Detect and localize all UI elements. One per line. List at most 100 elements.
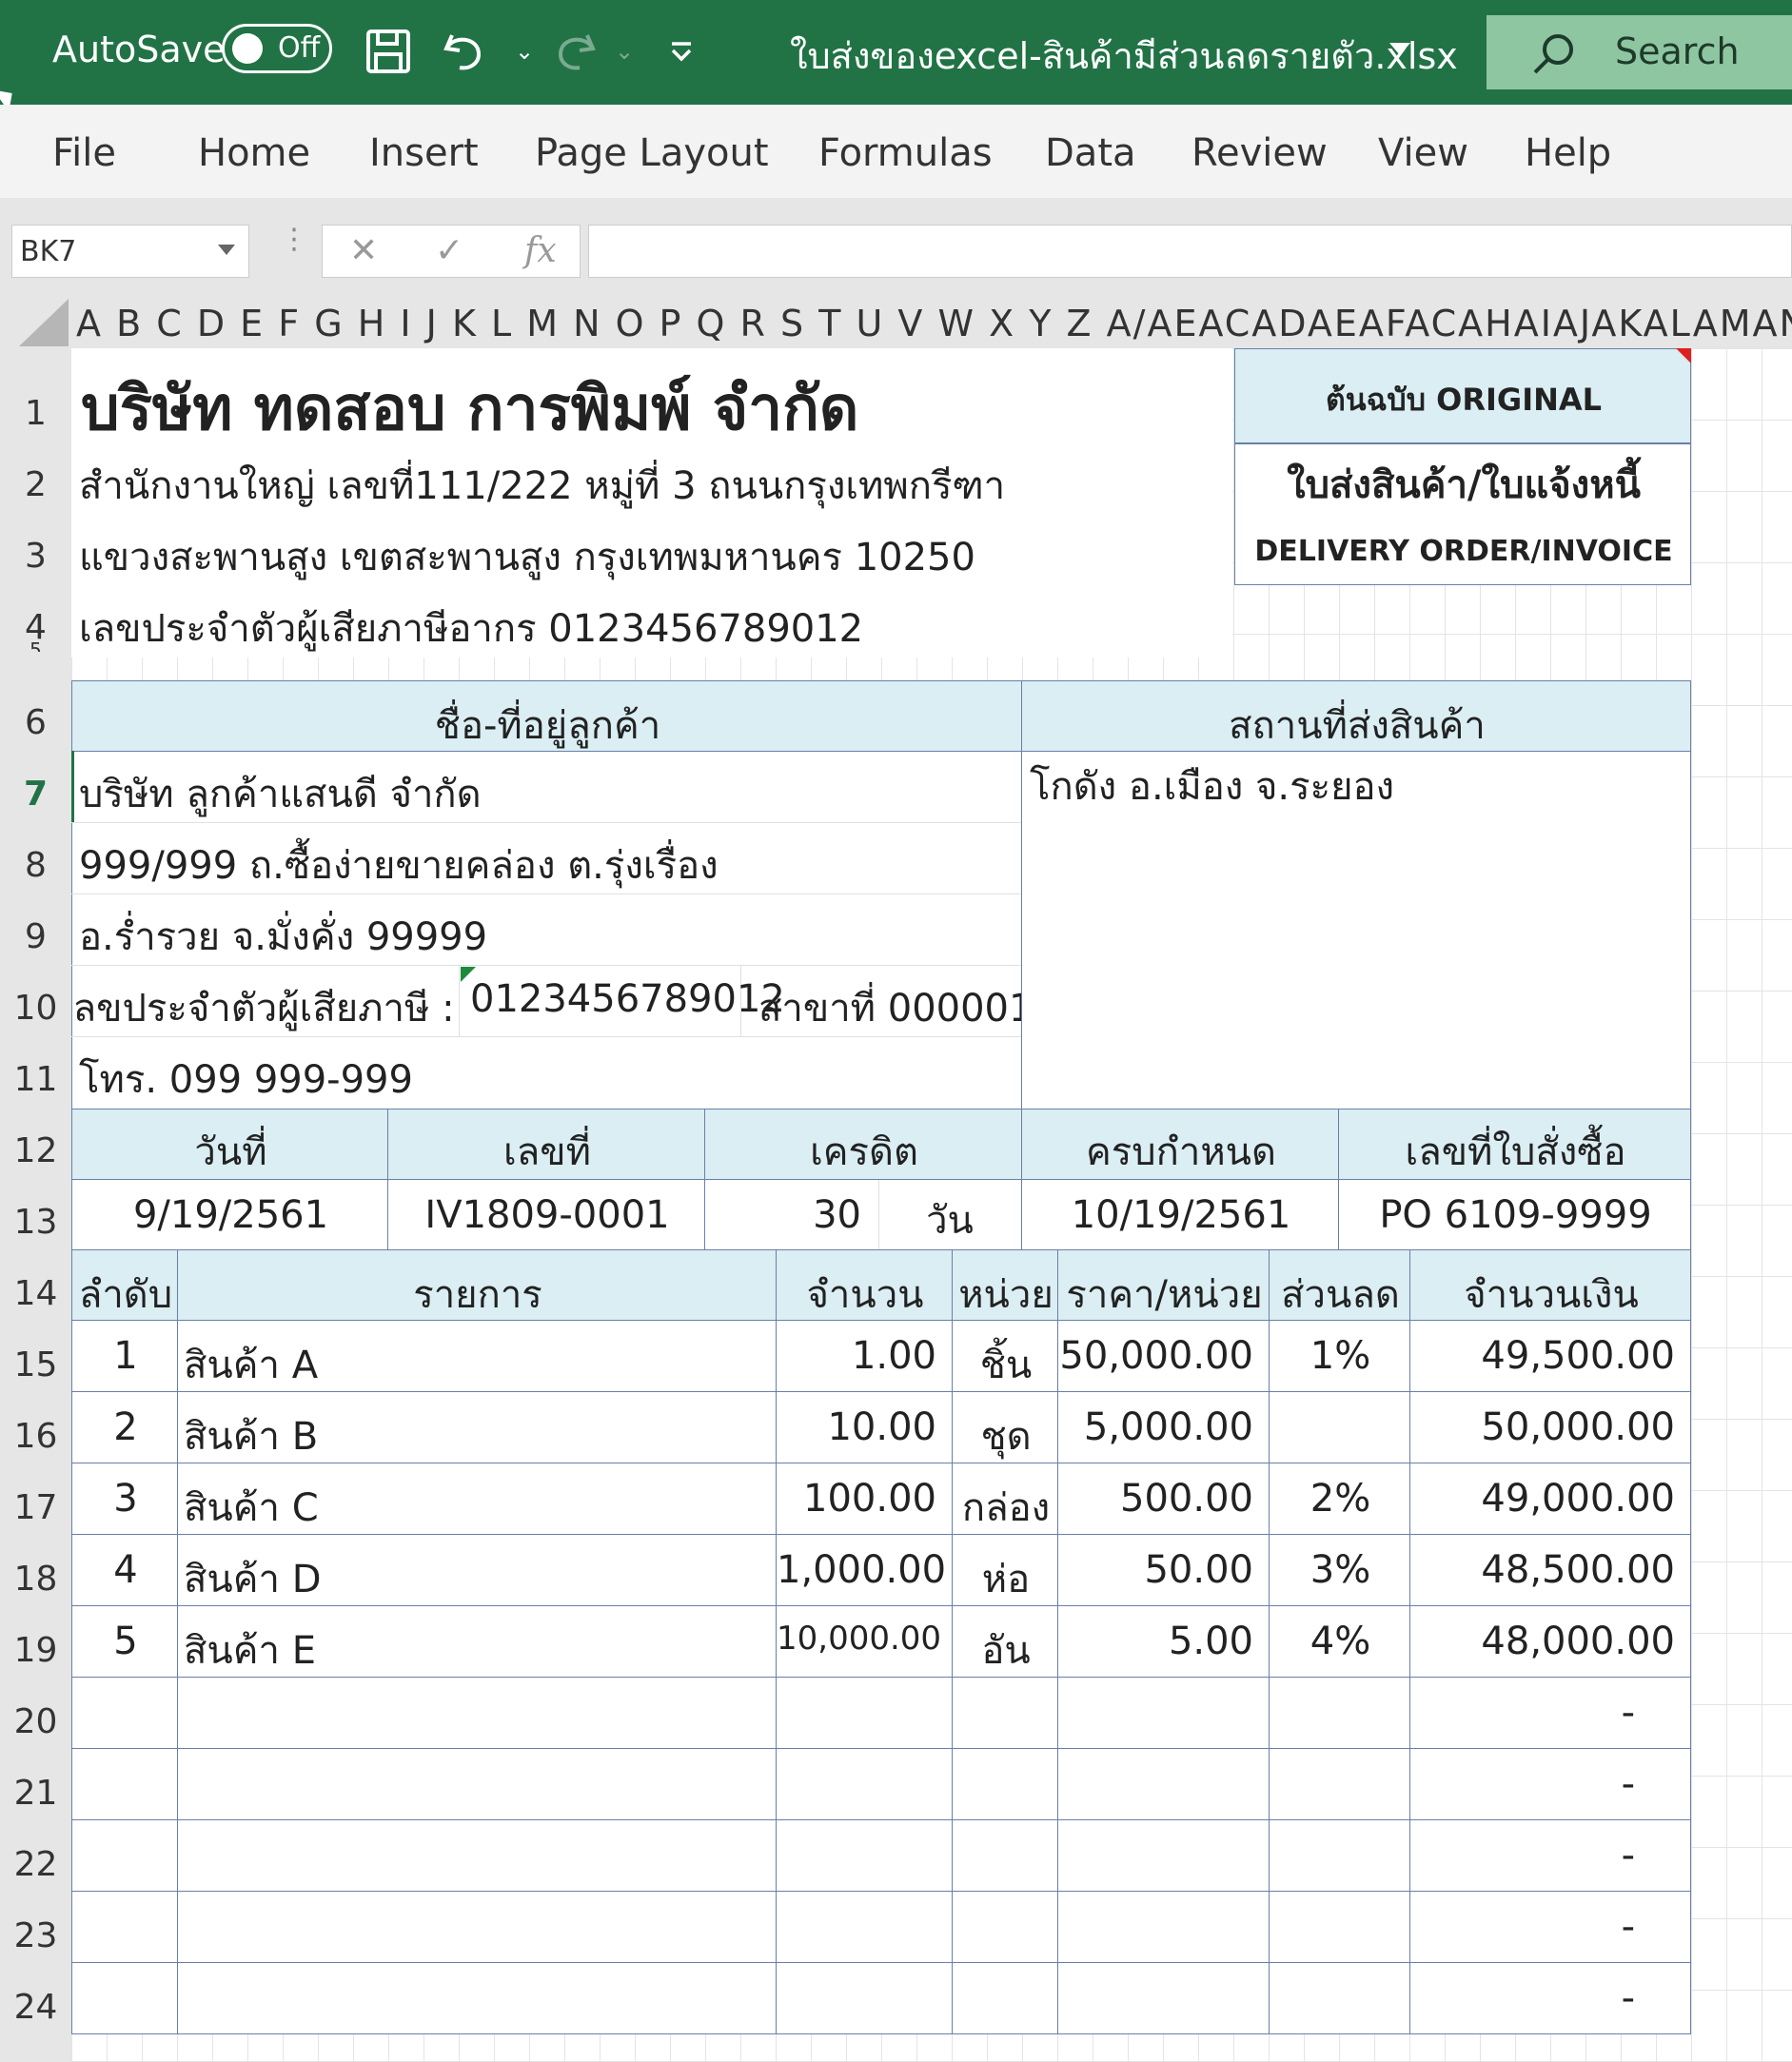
row-header[interactable]: 17 — [0, 1488, 71, 1527]
item-amount-header-cell[interactable]: จำนวนเงิน — [1409, 1249, 1691, 1321]
customer-header-cell[interactable]: ชื่อ-ที่อยู่ลูกค้า — [71, 680, 1022, 752]
item-discount-cell[interactable] — [1269, 1748, 1410, 1820]
company-address-line1[interactable]: สำนักงานใหญ่ เลขที่111/222 หมู่ที่ 3 ถนน… — [79, 455, 1005, 516]
item-price-cell[interactable] — [1057, 1891, 1270, 1963]
item-unit-cell[interactable]: กล่อง — [952, 1463, 1058, 1535]
item-price-header-cell[interactable]: ราคา/หน่วย — [1057, 1249, 1270, 1321]
item-unit-cell[interactable]: ชิ้น — [952, 1320, 1058, 1392]
company-name[interactable]: บริษัท ทดสอบ การพิมพ์ จำกัด — [81, 360, 858, 457]
row-header[interactable]: 24 — [0, 1988, 71, 2027]
tab-insert[interactable]: Insert — [369, 131, 479, 175]
name-box[interactable]: BK7 — [11, 225, 249, 278]
item-discount-cell[interactable]: 4% — [1269, 1605, 1410, 1678]
row-header[interactable]: 9 — [0, 917, 71, 956]
item-amount-cell[interactable]: 49,000.00 — [1409, 1463, 1691, 1535]
item-unit-cell[interactable] — [952, 1819, 1058, 1892]
item-discount-cell[interactable]: 3% — [1269, 1534, 1410, 1606]
item-qty-header-cell[interactable]: จำนวน — [776, 1249, 953, 1321]
item-amount-cell[interactable]: 48,500.00 — [1409, 1534, 1691, 1606]
item-no-cell[interactable] — [71, 1962, 178, 2034]
item-unit-cell[interactable] — [952, 1677, 1058, 1749]
number-value-cell[interactable]: IV1809-0001 — [387, 1179, 705, 1250]
tab-help[interactable]: Help — [1525, 131, 1611, 175]
item-amount-cell[interactable]: - — [1409, 1962, 1691, 2034]
item-desc-cell[interactable]: สินค้า C — [177, 1463, 777, 1535]
due-value-cell[interactable]: 10/19/2561 — [1021, 1179, 1339, 1250]
row-header[interactable]: 19 — [0, 1631, 71, 1670]
column-letters[interactable]: A B C D E F G H I J K L M N O P Q R S T … — [76, 303, 1792, 344]
customer-address2[interactable]: อ.ร่ำรวย จ.มั่งคั่ง 99999 — [79, 906, 487, 967]
customer-branch[interactable]: สาขาที่ 000001 — [758, 977, 1033, 1038]
item-amount-cell[interactable]: 49,500.00 — [1409, 1320, 1691, 1392]
item-no-cell[interactable]: 2 — [71, 1391, 178, 1463]
item-amount-cell[interactable]: 50,000.00 — [1409, 1391, 1691, 1463]
item-unit-cell[interactable]: อัน — [952, 1605, 1058, 1678]
item-qty-cell[interactable] — [776, 1891, 953, 1963]
item-discount-cell[interactable] — [1269, 1391, 1410, 1463]
item-amount-cell[interactable]: - — [1409, 1819, 1691, 1892]
item-no-cell[interactable]: 4 — [71, 1534, 178, 1606]
redo-icon[interactable] — [550, 27, 600, 76]
cancel-icon[interactable]: ✕ — [349, 231, 378, 270]
item-discount-cell[interactable] — [1269, 1677, 1410, 1749]
item-qty-cell[interactable] — [776, 1748, 953, 1820]
item-desc-cell[interactable] — [177, 1677, 777, 1749]
customize-icon[interactable] — [657, 27, 706, 76]
item-price-cell[interactable]: 5.00 — [1057, 1605, 1270, 1678]
item-desc-cell[interactable] — [177, 1962, 777, 2034]
row-header[interactable]: 1 — [0, 394, 71, 433]
item-price-cell[interactable]: 50,000.00 — [1057, 1320, 1270, 1392]
item-amount-cell[interactable]: - — [1409, 1677, 1691, 1749]
credit-header-cell[interactable]: เครดิต — [704, 1109, 1022, 1180]
delivery-header-cell[interactable]: สถานที่ส่งสินค้า — [1021, 680, 1691, 752]
item-desc-header-cell[interactable]: รายการ — [177, 1249, 777, 1321]
item-qty-cell[interactable] — [776, 1819, 953, 1892]
item-price-cell[interactable] — [1057, 1962, 1270, 2034]
row-header[interactable]: 10 — [0, 989, 71, 1028]
credit-value-cell[interactable]: 30 วัน — [704, 1179, 1022, 1250]
row-header[interactable]: 11 — [0, 1060, 71, 1099]
company-address-line2[interactable]: แขวงสะพานสูง เขตสะพานสูง กรุงเทพมหานคร 1… — [79, 526, 975, 587]
due-header-cell[interactable]: ครบกำหนด — [1021, 1109, 1339, 1180]
date-header-cell[interactable]: วันที่ — [71, 1109, 388, 1180]
item-no-cell[interactable]: 5 — [71, 1605, 178, 1678]
name-box-dropdown-icon[interactable] — [218, 245, 235, 255]
tab-data[interactable]: Data — [1045, 131, 1136, 175]
po-header-cell[interactable]: เลขที่ใบสั่งซื้อ — [1338, 1109, 1691, 1180]
row-header[interactable]: 15 — [0, 1345, 71, 1384]
row-header[interactable]: 8 — [0, 846, 71, 885]
row-header[interactable]: 22 — [0, 1845, 71, 1884]
row-header[interactable]: 3 — [0, 537, 71, 576]
tab-page-layout[interactable]: Page Layout — [535, 131, 769, 175]
insert-function-icon[interactable]: fx — [524, 231, 557, 270]
row-header[interactable]: 14 — [0, 1274, 71, 1313]
row-header[interactable]: 13 — [0, 1203, 71, 1242]
tab-review[interactable]: Review — [1191, 131, 1328, 175]
item-price-cell[interactable]: 500.00 — [1057, 1463, 1270, 1535]
item-qty-cell[interactable]: 10.00 — [776, 1391, 953, 1463]
item-qty-cell[interactable]: 100.00 — [776, 1463, 953, 1535]
item-qty-cell[interactable]: 1.00 — [776, 1320, 953, 1392]
tab-home[interactable]: Home — [198, 131, 310, 175]
item-price-cell[interactable] — [1057, 1677, 1270, 1749]
item-desc-cell[interactable]: สินค้า B — [177, 1391, 777, 1463]
date-value-cell[interactable]: 9/19/2561 — [71, 1179, 388, 1250]
item-discount-cell[interactable]: 2% — [1269, 1463, 1410, 1535]
item-price-cell[interactable]: 5,000.00 — [1057, 1391, 1270, 1463]
autosave-toggle[interactable]: Off — [222, 24, 332, 73]
item-price-cell[interactable]: 50.00 — [1057, 1534, 1270, 1606]
customer-address1[interactable]: 999/999 ถ.ซื้อง่ายขายคล่อง ต.รุ่งเรื่อง — [79, 835, 719, 895]
row-header[interactable]: 18 — [0, 1560, 71, 1599]
worksheet-grid[interactable]: บริษัท ทดสอบ การพิมพ์ จำกัด สำนักงานใหญ่… — [71, 348, 1792, 2062]
item-no-cell[interactable]: 3 — [71, 1463, 178, 1535]
item-discount-cell[interactable] — [1269, 1962, 1410, 2034]
row-header[interactable]: 6 — [0, 703, 71, 742]
item-qty-cell[interactable]: 1,000.00 — [776, 1534, 953, 1606]
formula-bar-grip-icon[interactable]: ⋮ — [280, 226, 308, 254]
undo-icon[interactable] — [440, 27, 489, 76]
row-header[interactable]: 5 — [0, 638, 71, 652]
doc-title-cell[interactable]: ใบส่งสินค้า/ใบแจ้งหนี้ DELIVERY ORDER/IN… — [1234, 443, 1691, 585]
item-price-cell[interactable] — [1057, 1748, 1270, 1820]
item-unit-header-cell[interactable]: หน่วย — [952, 1249, 1058, 1321]
save-icon[interactable] — [364, 27, 413, 76]
